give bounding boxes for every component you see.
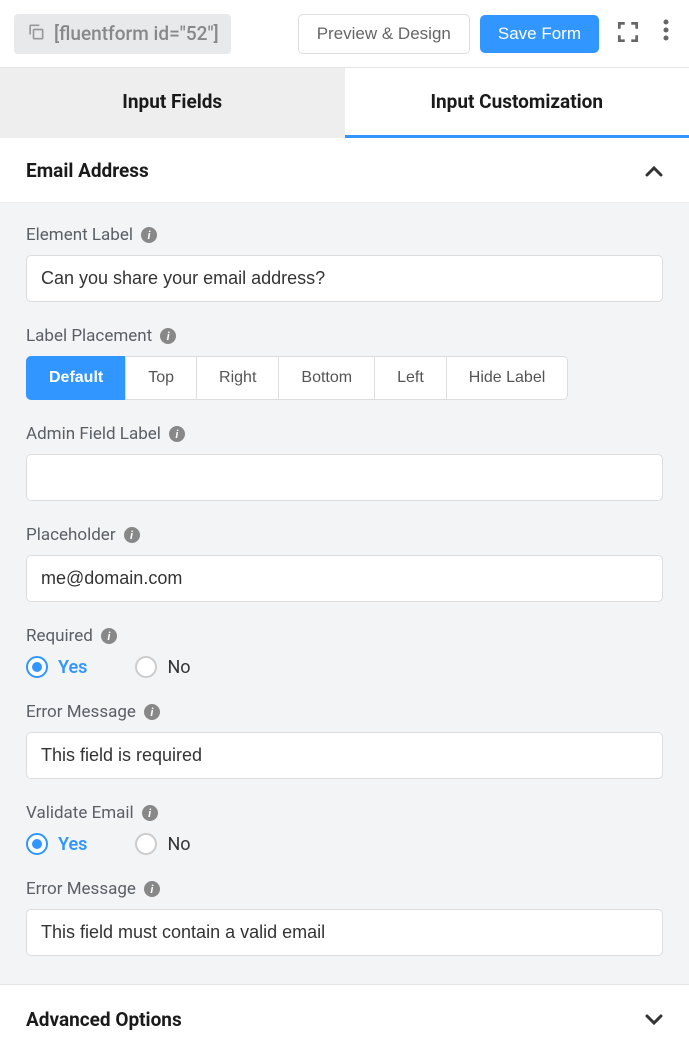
validate-email-no-option[interactable]: No <box>135 833 190 855</box>
field-error-message-email: Error Message i <box>26 879 663 956</box>
tab-input-fields[interactable]: Input Fields <box>0 68 345 138</box>
validate-email-no-label: No <box>167 834 190 855</box>
copy-icon <box>26 22 46 46</box>
error-message-label-text: Error Message <box>26 702 136 722</box>
error-message-email-input[interactable] <box>26 909 663 956</box>
required-radio-group: Yes No <box>26 656 663 678</box>
field-validate-email: Validate Email i Yes No <box>26 803 663 855</box>
section-title: Email Address <box>26 159 149 182</box>
tab-bar: Input Fields Input Customization <box>0 67 689 138</box>
header-toolbar: [fluentform id="52"] Preview & Design Sa… <box>0 0 689 67</box>
fullscreen-icon[interactable] <box>609 13 647 54</box>
chevron-up-icon <box>645 158 663 182</box>
radio-icon <box>135 833 157 855</box>
section-header-email[interactable]: Email Address <box>0 138 689 203</box>
validate-email-yes-label: Yes <box>58 834 87 855</box>
info-icon[interactable]: i <box>160 328 176 344</box>
segment-left[interactable]: Left <box>374 356 447 400</box>
placeholder-label-text: Placeholder <box>26 525 116 545</box>
save-form-button[interactable]: Save Form <box>480 15 599 53</box>
validate-email-label-text: Validate Email <box>26 803 134 823</box>
info-icon[interactable]: i <box>141 227 157 243</box>
info-icon[interactable]: i <box>142 805 158 821</box>
admin-field-label-text: Admin Field Label <box>26 424 161 444</box>
advanced-options-title: Advanced Options <box>26 1008 182 1031</box>
placeholder-input[interactable] <box>26 555 663 602</box>
segment-top[interactable]: Top <box>125 356 197 400</box>
radio-icon <box>26 833 48 855</box>
segment-hide-label[interactable]: Hide Label <box>446 356 569 400</box>
admin-field-label-input[interactable] <box>26 454 663 501</box>
required-no-option[interactable]: No <box>135 656 190 678</box>
label-placement-segments: Default Top Right Bottom Left Hide Label <box>26 356 663 400</box>
element-label-text: Element Label <box>26 225 133 245</box>
segment-right[interactable]: Right <box>196 356 279 400</box>
field-element-label: Element Label i <box>26 225 663 302</box>
chevron-down-icon <box>645 1007 663 1031</box>
required-yes-option[interactable]: Yes <box>26 656 87 678</box>
info-icon[interactable]: i <box>144 881 160 897</box>
required-no-label: No <box>167 657 190 678</box>
segment-default[interactable]: Default <box>26 356 126 400</box>
field-required: Required i Yes No <box>26 626 663 678</box>
field-admin-label: Admin Field Label i <box>26 424 663 501</box>
info-icon[interactable]: i <box>169 426 185 442</box>
label-placement-text: Label Placement <box>26 326 152 346</box>
required-label-text: Required <box>26 626 93 646</box>
section-header-advanced[interactable]: Advanced Options <box>0 984 689 1053</box>
element-label-input[interactable] <box>26 255 663 302</box>
more-options-icon[interactable] <box>657 12 675 55</box>
field-placeholder: Placeholder i <box>26 525 663 602</box>
error-message-required-input[interactable] <box>26 732 663 779</box>
field-error-message-required: Error Message i <box>26 702 663 779</box>
segment-bottom[interactable]: Bottom <box>278 356 375 400</box>
field-label-placement: Label Placement i Default Top Right Bott… <box>26 326 663 400</box>
info-icon[interactable]: i <box>124 527 140 543</box>
error-message-email-label-text: Error Message <box>26 879 136 899</box>
shortcode-display[interactable]: [fluentform id="52"] <box>14 14 231 54</box>
info-icon[interactable]: i <box>144 704 160 720</box>
tab-input-customization[interactable]: Input Customization <box>345 68 689 138</box>
radio-icon <box>135 656 157 678</box>
preview-design-button[interactable]: Preview & Design <box>298 14 470 54</box>
shortcode-text: [fluentform id="52"] <box>54 22 219 45</box>
validate-email-radio-group: Yes No <box>26 833 663 855</box>
radio-icon <box>26 656 48 678</box>
validate-email-yes-option[interactable]: Yes <box>26 833 87 855</box>
info-icon[interactable]: i <box>101 628 117 644</box>
customization-panel: Element Label i Label Placement i Defaul… <box>0 203 689 984</box>
required-yes-label: Yes <box>58 657 87 678</box>
